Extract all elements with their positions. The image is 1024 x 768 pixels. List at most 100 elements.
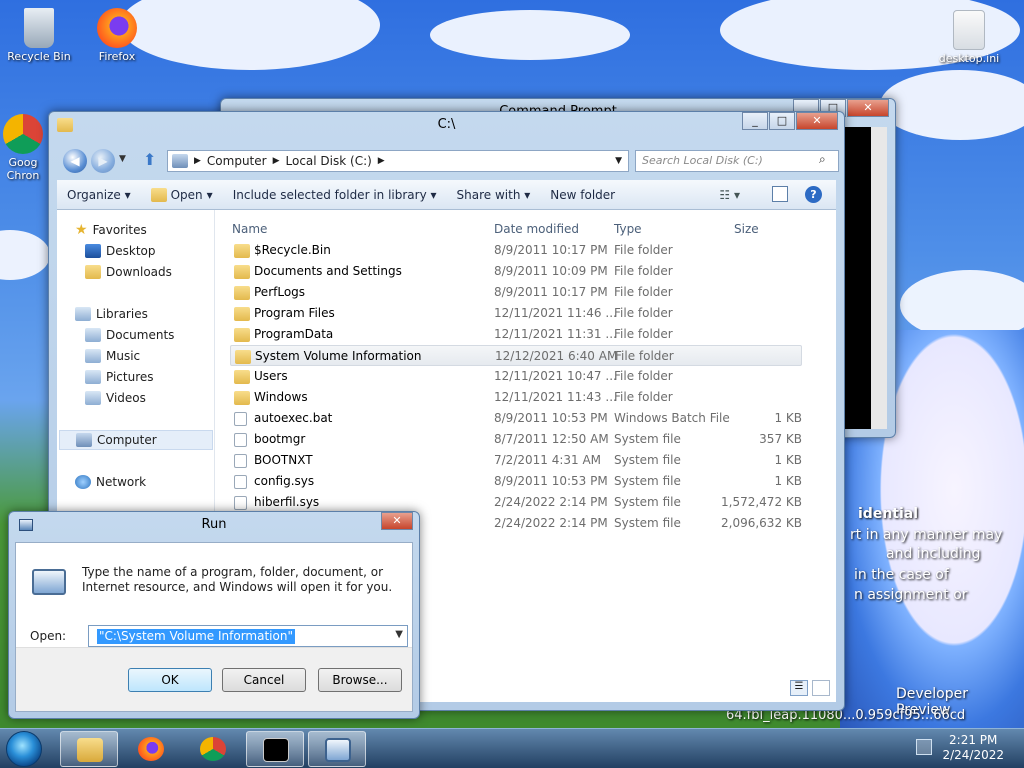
preview-pane-icon[interactable] bbox=[772, 186, 788, 202]
file-name: hiberfil.sys bbox=[254, 495, 320, 509]
run-title: Run bbox=[201, 517, 227, 532]
folder-icon bbox=[77, 738, 103, 762]
taskbar-run[interactable] bbox=[308, 731, 366, 767]
close-button[interactable]: ✕ bbox=[381, 512, 413, 530]
videos-icon bbox=[85, 391, 101, 405]
chevron-right-icon[interactable]: ▶ bbox=[194, 156, 201, 166]
cmd-scrollbar[interactable] bbox=[871, 127, 887, 429]
recent-pages-arrow-icon[interactable]: ▼ bbox=[119, 154, 126, 164]
nav-favorites[interactable]: ★ Favorites bbox=[75, 220, 147, 240]
large-icons-view-icon[interactable] bbox=[812, 680, 830, 696]
file-date: 12/11/2021 11:31 ... bbox=[494, 327, 617, 341]
breadcrumb-computer[interactable]: Computer bbox=[207, 154, 267, 168]
nav-music[interactable]: Music bbox=[85, 346, 140, 366]
run-dialog[interactable]: Run ✕ Type the name of a program, folder… bbox=[8, 511, 420, 719]
open-label: Open bbox=[170, 187, 203, 202]
close-button[interactable]: ✕ bbox=[847, 99, 889, 117]
file-row[interactable]: System Volume Information 12/12/2021 6:40… bbox=[230, 345, 802, 366]
details-view-icon[interactable]: ☰ bbox=[790, 680, 808, 696]
file-name: System Volume Information bbox=[255, 349, 422, 363]
address-dropdown-icon[interactable]: ▼ bbox=[615, 156, 622, 166]
file-row[interactable]: ProgramData 12/11/2021 11:31 ... File fold… bbox=[230, 324, 802, 345]
close-button[interactable]: ✕ bbox=[796, 112, 838, 130]
breadcrumb-local-disk[interactable]: Local Disk (C:) bbox=[286, 154, 372, 168]
nav-documents[interactable]: Documents bbox=[85, 325, 174, 345]
system-clock[interactable]: 2:21 PM 2/24/2022 bbox=[942, 733, 1004, 763]
file-type: System file bbox=[614, 495, 681, 509]
file-name: ProgramData bbox=[254, 327, 334, 341]
maximize-button[interactable]: □ bbox=[769, 112, 795, 130]
desktop-icon-chrome[interactable]: Goog Chron bbox=[0, 114, 46, 182]
nav-videos[interactable]: Videos bbox=[85, 388, 146, 408]
open-input-value[interactable]: "C:\System Volume Information" bbox=[97, 629, 295, 644]
file-icon bbox=[234, 496, 247, 510]
column-header-size[interactable]: Size bbox=[734, 222, 759, 236]
file-date: 12/11/2021 11:46 ... bbox=[494, 306, 617, 320]
open-label: Open: bbox=[30, 629, 67, 643]
share-with-button[interactable]: Share with ▾ bbox=[447, 188, 541, 202]
desktop-icon-firefox[interactable]: Firefox bbox=[82, 8, 152, 63]
cloud bbox=[430, 10, 630, 60]
help-icon[interactable]: ? bbox=[805, 186, 822, 203]
taskbar-firefox[interactable] bbox=[122, 731, 180, 767]
desktop-icon-label: Goog Chron bbox=[6, 156, 40, 182]
file-name: config.sys bbox=[254, 474, 315, 488]
clock-date: 2/24/2022 bbox=[942, 748, 1004, 762]
file-row[interactable]: Windows 12/11/2021 11:43 ... File folder bbox=[230, 387, 802, 408]
start-button[interactable] bbox=[6, 731, 42, 767]
up-arrow-icon[interactable]: ⬆ bbox=[143, 150, 156, 169]
organize-button[interactable]: Organize ▾ bbox=[57, 188, 141, 202]
cancel-button[interactable]: Cancel bbox=[222, 668, 306, 692]
file-row[interactable]: BOOTNXT 7/2/2011 4:31 AM System file 1 KB bbox=[230, 450, 802, 471]
view-options-icon[interactable]: ☷ ▾ bbox=[719, 188, 740, 202]
run-description: Type the name of a program, folder, docu… bbox=[82, 565, 393, 594]
nav-pictures[interactable]: Pictures bbox=[85, 367, 154, 387]
taskbar-chrome[interactable] bbox=[184, 731, 242, 767]
file-date: 8/7/2011 12:50 AM bbox=[494, 432, 609, 446]
desktop-icon-desktop-ini[interactable]: desktop.ini bbox=[934, 10, 1004, 65]
file-row[interactable]: $Recycle.Bin 8/9/2011 10:17 PM File folder bbox=[230, 240, 802, 261]
file-row[interactable]: bootmgr 8/7/2011 12:50 AM System file 357 K… bbox=[230, 429, 802, 450]
column-header-type[interactable]: Type bbox=[614, 222, 642, 236]
search-input[interactable]: Search Local Disk (C:) bbox=[635, 150, 839, 172]
address-bar[interactable]: ▶ Computer ▶ Local Disk (C:) ▶ ▼ bbox=[167, 150, 629, 172]
forward-button[interactable]: ▶ bbox=[91, 149, 115, 173]
network-tray-icon[interactable] bbox=[916, 739, 932, 755]
minimize-button[interactable]: _ bbox=[742, 112, 768, 130]
new-folder-button[interactable]: New folder bbox=[540, 188, 625, 202]
ok-button[interactable]: OK bbox=[128, 668, 212, 692]
chevron-down-icon[interactable]: ▼ bbox=[395, 629, 403, 640]
open-combobox[interactable]: "C:\System Volume Information" ▼ bbox=[88, 625, 408, 647]
chevron-right-icon[interactable]: ▶ bbox=[273, 156, 280, 166]
nav-network[interactable]: Network bbox=[75, 472, 146, 492]
file-row[interactable]: PerfLogs 8/9/2011 10:17 PM File folder bbox=[230, 282, 802, 303]
file-row[interactable]: Program Files 12/11/2021 11:46 ... File fo… bbox=[230, 303, 802, 324]
back-button[interactable]: ◀ bbox=[63, 149, 87, 173]
file-row[interactable]: config.sys 8/9/2011 10:53 PM System file 1 … bbox=[230, 471, 802, 492]
open-button[interactable]: Open ▾ bbox=[141, 187, 223, 202]
nav-desktop[interactable]: Desktop bbox=[85, 241, 156, 261]
desktop-icon-recycle-bin[interactable]: Recycle Bin bbox=[4, 8, 74, 63]
chevron-right-icon[interactable]: ▶ bbox=[378, 156, 385, 166]
taskbar-explorer[interactable] bbox=[60, 731, 118, 767]
file-row[interactable]: autoexec.bat 8/9/2011 10:53 PM Windows Bat… bbox=[230, 408, 802, 429]
nav-libraries[interactable]: Libraries bbox=[75, 304, 148, 324]
file-row[interactable]: Documents and Settings 8/9/2011 10:09 PM F… bbox=[230, 261, 802, 282]
file-name: $Recycle.Bin bbox=[254, 243, 331, 257]
file-row[interactable]: Users 12/11/2021 10:47 ... File folder bbox=[230, 366, 802, 387]
nav-computer[interactable]: Computer bbox=[59, 430, 213, 450]
file-type: File folder bbox=[614, 306, 673, 320]
explorer-title: C:\ bbox=[437, 117, 456, 132]
include-in-library-button[interactable]: Include selected folder in library ▾ bbox=[223, 188, 447, 202]
browse-button[interactable]: Browse... bbox=[318, 668, 402, 692]
organize-label: Organize bbox=[67, 187, 121, 202]
column-header-name[interactable]: Name bbox=[232, 222, 267, 236]
taskbar-cmd[interactable] bbox=[246, 731, 304, 767]
clock-time: 2:21 PM bbox=[949, 733, 998, 747]
search-icon[interactable]: ⌕ bbox=[819, 152, 826, 167]
file-name: Windows bbox=[254, 390, 308, 404]
nav-downloads[interactable]: Downloads bbox=[85, 262, 172, 282]
file-row[interactable]: hiberfil.sys 2/24/2022 2:14 PM System file… bbox=[230, 492, 802, 513]
file-date: 8/9/2011 10:17 PM bbox=[494, 243, 608, 257]
column-header-date[interactable]: Date modified bbox=[494, 222, 579, 236]
